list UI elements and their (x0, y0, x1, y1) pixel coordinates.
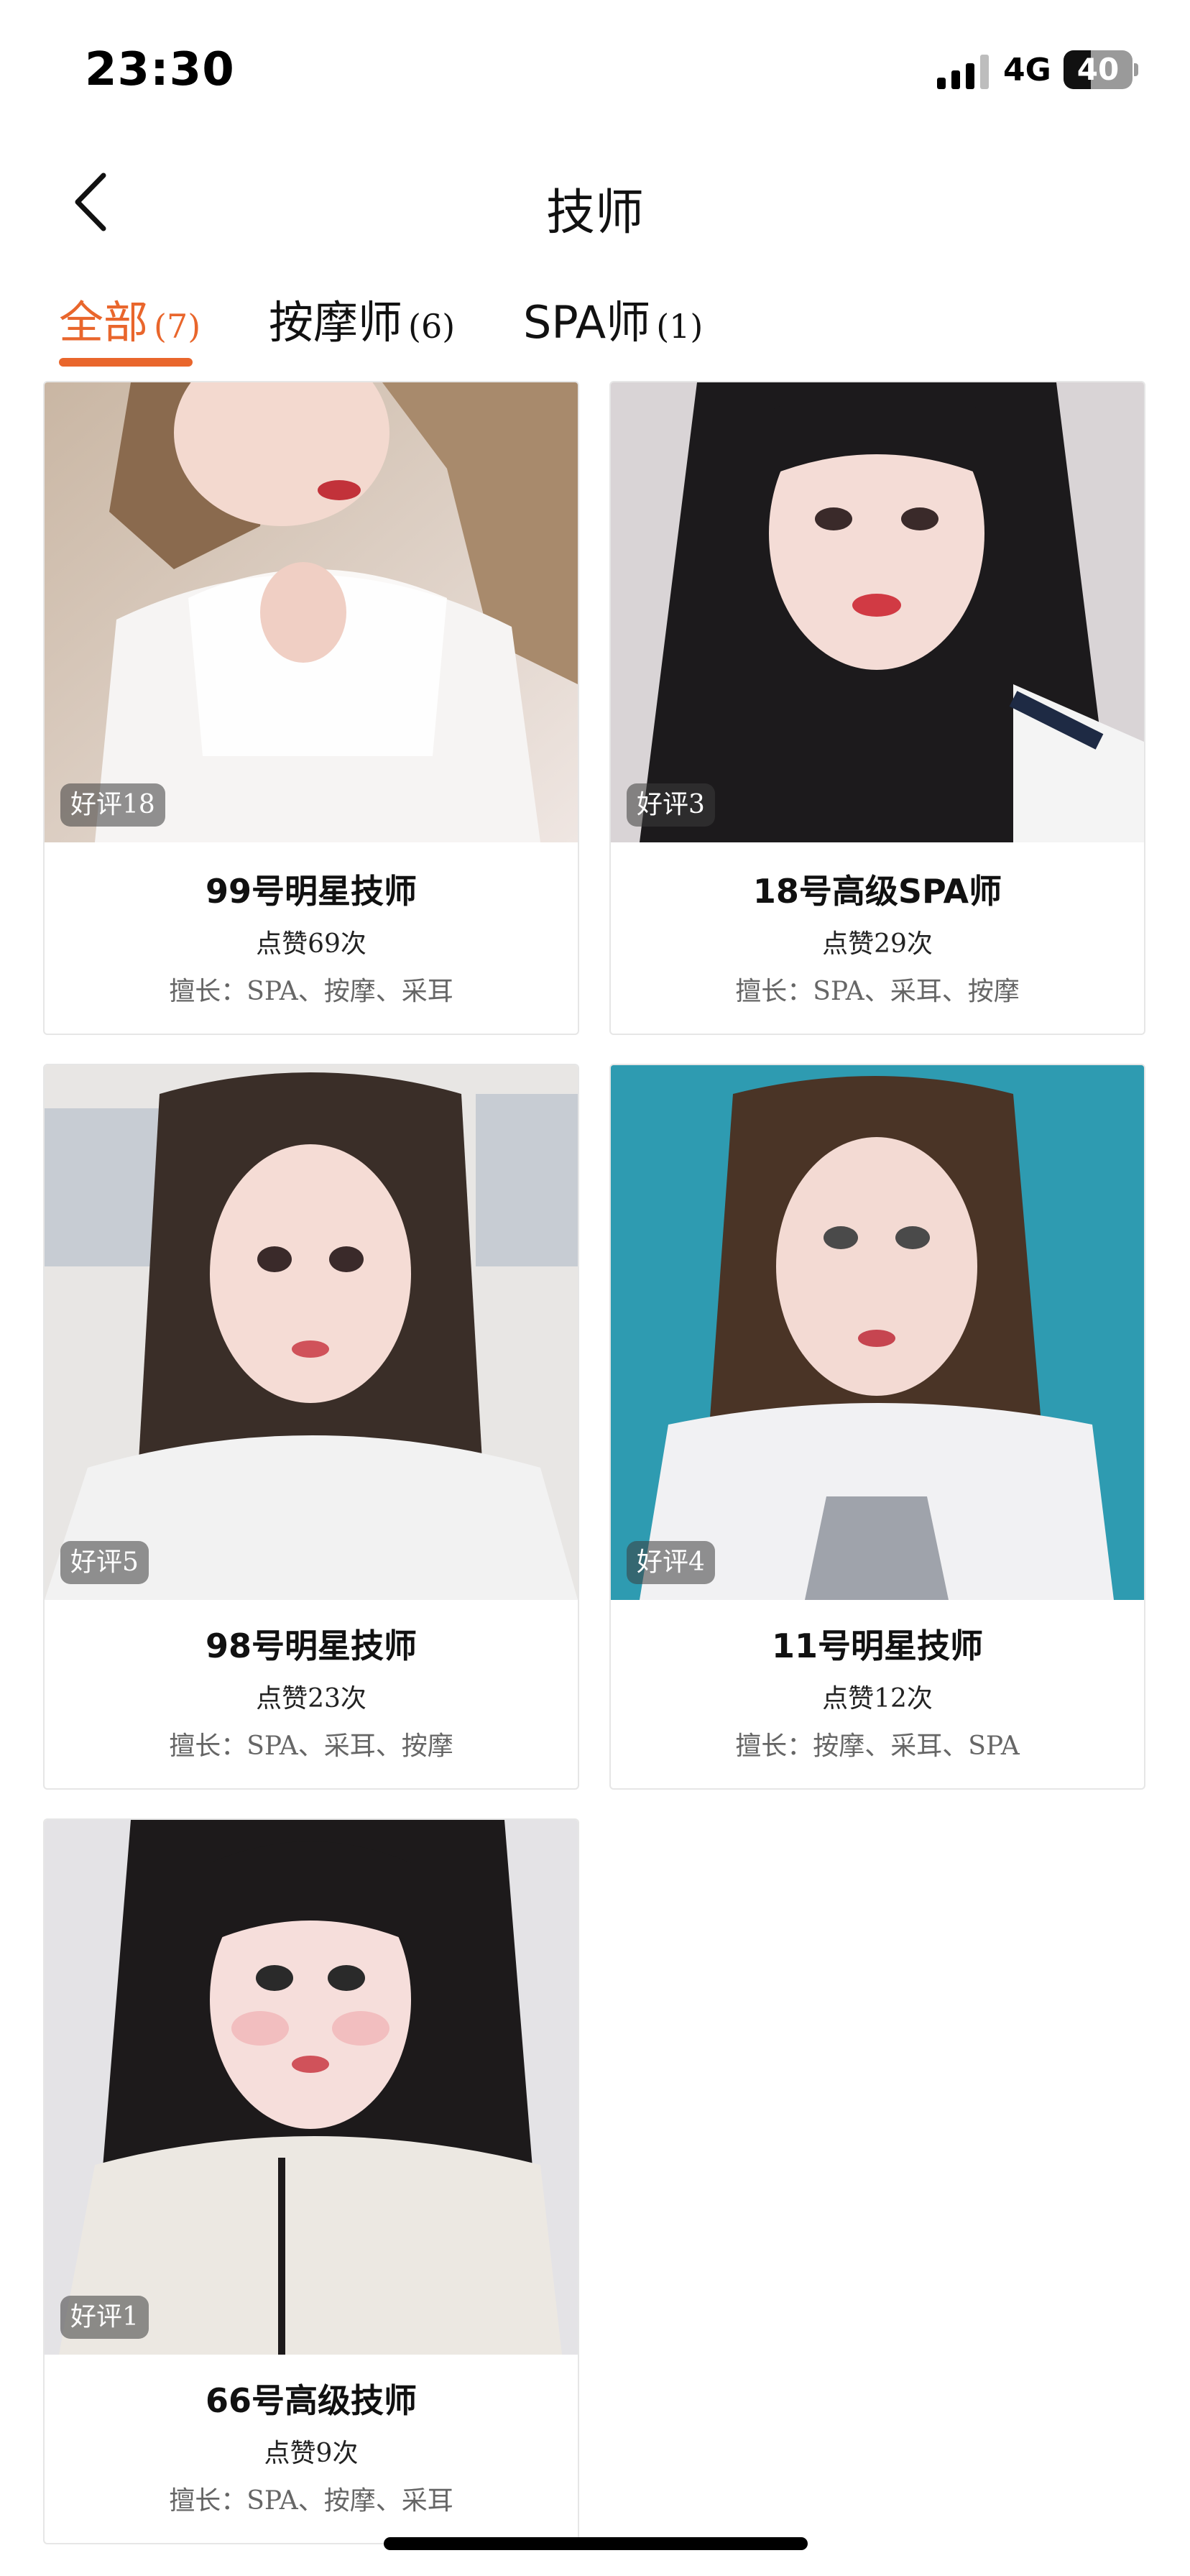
technician-name: 11号明星技师 (771, 1627, 983, 1665)
rating-badge: 好评18 (60, 783, 165, 827)
technician-skills: 擅长：按摩、采耳、SPA (735, 1731, 1020, 1761)
status-bar: 23:30 4G 40 (0, 0, 1190, 137)
rating-badge: 好评4 (627, 1541, 715, 1584)
tab-spa[interactable]: SPA师 (1) (523, 286, 703, 365)
battery-icon: 40 (1064, 50, 1138, 89)
cellular-signal-icon (937, 55, 989, 89)
technician-skills: 擅长：SPA、采耳、按摩 (169, 1731, 453, 1761)
technician-name: 99号明星技师 (205, 872, 417, 911)
technician-card[interactable]: 好评18 99号明星技师 点赞69次 擅长：SPA、按摩、采耳 (43, 381, 579, 1035)
technician-skills: 擅长：SPA、按摩、采耳 (169, 2486, 453, 2516)
category-tabs: 全部 (7) 按摩师 (6) SPA师 (1) (0, 272, 1190, 380)
technician-card[interactable]: 好评4 11号明星技师 点赞12次 擅长：按摩、采耳、SPA (609, 1064, 1145, 1790)
tab-count: (1) (656, 307, 704, 346)
technician-likes: 点赞23次 (256, 1684, 366, 1714)
tab-massage[interactable]: 按摩师 (6) (269, 286, 455, 365)
technician-photo: 好评4 (611, 1065, 1144, 1600)
active-tab-indicator (59, 358, 193, 367)
tab-label: 全部 (59, 296, 149, 349)
technician-name: 18号高级SPA师 (752, 872, 1002, 911)
tab-all[interactable]: 全部 (7) (59, 286, 201, 367)
rating-badge: 好评3 (627, 783, 715, 827)
status-time: 23:30 (85, 43, 235, 96)
technician-skills: 擅长：SPA、按摩、采耳 (169, 977, 453, 1006)
technician-card[interactable]: 好评1 66号高级技师 点赞9次 擅长：SPA、按摩、采耳 (43, 1818, 579, 2544)
battery-level: 40 (1076, 52, 1120, 87)
technician-likes: 点赞12次 (822, 1684, 933, 1714)
technician-likes: 点赞9次 (264, 2439, 359, 2468)
rating-badge: 好评1 (60, 2296, 149, 2339)
technician-card[interactable]: 好评3 18号高级SPA师 点赞29次 擅长：SPA、采耳、按摩 (609, 381, 1145, 1035)
tab-count: (7) (154, 307, 201, 346)
home-indicator[interactable] (384, 2537, 808, 2550)
technician-photo: 好评5 (45, 1065, 578, 1600)
tab-count: (6) (408, 307, 456, 346)
technician-likes: 点赞29次 (822, 929, 933, 959)
rating-badge: 好评5 (60, 1541, 149, 1584)
technician-name: 66号高级技师 (205, 2381, 417, 2420)
page-title: 技师 (545, 185, 644, 242)
nav-bar: 技师 (0, 137, 1190, 266)
technician-likes: 点赞69次 (256, 929, 366, 959)
technician-name: 98号明星技师 (205, 1627, 417, 1665)
network-type: 4G (1003, 52, 1051, 88)
technician-photo: 好评1 (45, 1820, 578, 2355)
technician-skills: 擅长：SPA、采耳、按摩 (735, 977, 1020, 1006)
tab-label: SPA师 (523, 296, 651, 349)
technician-photo: 好评18 (45, 382, 578, 842)
technician-photo: 好评3 (611, 382, 1144, 842)
tab-label: 按摩师 (269, 296, 403, 349)
technician-card[interactable]: 好评5 98号明星技师 点赞23次 擅长：SPA、采耳、按摩 (43, 1064, 579, 1790)
